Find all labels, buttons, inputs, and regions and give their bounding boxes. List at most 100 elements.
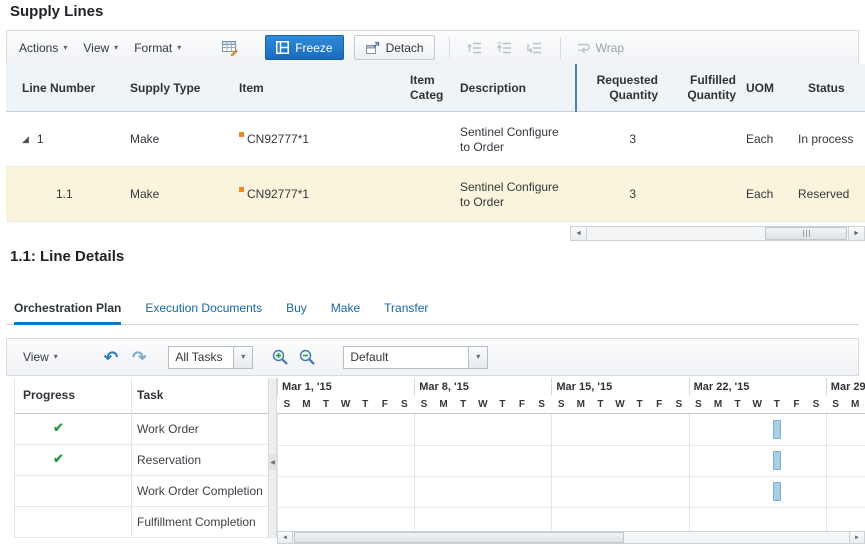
- gantt-task-list-header: Progress Task: [15, 378, 269, 414]
- col-header-line-number[interactable]: Line Number: [14, 64, 108, 112]
- freeze-button-label: Freeze: [295, 40, 333, 55]
- tab-make[interactable]: Make: [331, 301, 360, 324]
- freeze-button[interactable]: Freeze: [265, 35, 344, 60]
- orchestration-gantt: Progress Task ✔ Work Order ✔ Reservation…: [14, 378, 865, 544]
- tab-orchestration-plan[interactable]: Orchestration Plan: [14, 301, 122, 325]
- gantt-task-bar[interactable]: [772, 420, 781, 439]
- fulfilled-quantity-value: [664, 112, 742, 167]
- gantt-task-row[interactable]: ✔ Reservation: [15, 445, 268, 476]
- actions-menu-label: Actions: [19, 40, 59, 55]
- gantt-splitter[interactable]: ◀: [268, 378, 277, 538]
- scroll-left-arrow[interactable]: ◄: [278, 532, 293, 543]
- chevron-down-icon: ▾: [476, 352, 481, 361]
- gantt-week-label: Mar 1, '15: [277, 378, 414, 396]
- tab-transfer[interactable]: Transfer: [384, 301, 428, 324]
- scroll-left-arrow[interactable]: ◄: [571, 227, 587, 240]
- scrollbar-thumb[interactable]: [765, 227, 847, 240]
- chevron-down-icon: ▾: [241, 352, 246, 361]
- gantt-day-label: S: [832, 399, 839, 410]
- view-preset-value[interactable]: Default: [343, 345, 469, 369]
- gantt-day-label: M: [439, 399, 448, 410]
- gantt-row-gridline: [277, 507, 865, 508]
- col-header-supply-type[interactable]: Supply Type: [110, 64, 222, 112]
- gantt-day-label: T: [322, 399, 330, 410]
- col-header-fulfilled-quantity[interactable]: Fulfilled Quantity: [664, 64, 742, 112]
- redo-icon[interactable]: ↷: [132, 349, 146, 366]
- task-filter-value[interactable]: All Tasks: [168, 345, 234, 369]
- status-value: In process: [798, 132, 854, 146]
- gantt-day-label: T: [773, 399, 780, 410]
- gantt-day-label: T: [499, 399, 506, 410]
- task-filter-combobox[interactable]: All Tasks ▾: [168, 345, 254, 369]
- col-header-status[interactable]: Status: [790, 64, 865, 112]
- gantt-day-label: S: [283, 399, 291, 410]
- col-header-requested-quantity[interactable]: Requested Quantity: [570, 64, 664, 112]
- scrollbar-thumb[interactable]: [294, 532, 624, 543]
- gantt-row-gridline: [277, 476, 865, 477]
- gantt-view-menu[interactable]: View ▾: [23, 350, 58, 364]
- wrap-button-label: Wrap: [595, 40, 625, 55]
- scrollbar-track[interactable]: [293, 532, 849, 543]
- task-name: Work Order Completion: [137, 484, 263, 498]
- supply-lines-toolbar: Actions ▾ View ▾ Format ▾ Freeze Detach …: [6, 30, 859, 65]
- line-number-value: 1: [36, 132, 44, 146]
- col-header-item-category[interactable]: Item Categ: [402, 64, 448, 112]
- gantt-days-row: SMTWTFSSMTWTFSSMTWTFSSMTWTFSSM: [277, 396, 865, 414]
- gantt-task-bar[interactable]: [772, 451, 781, 470]
- gantt-week-gridline: [414, 414, 416, 531]
- scroll-right-arrow[interactable]: ►: [849, 532, 864, 543]
- fulfilled-quantity-value: [664, 167, 742, 222]
- col-header-item[interactable]: Item: [226, 64, 398, 112]
- supply-type-value: Make: [130, 187, 160, 201]
- col-header-description[interactable]: Description: [450, 64, 572, 112]
- dropdown-button[interactable]: ▾: [468, 345, 489, 369]
- gantt-week-label: Mar 15, '15: [551, 378, 688, 396]
- table-horizontal-scrollbar[interactable]: ◄ ►: [570, 226, 865, 241]
- description-value: Sentinel Configure to Order: [460, 124, 559, 154]
- tab-buy[interactable]: Buy: [286, 301, 307, 324]
- gantt-day-label: F: [518, 399, 526, 410]
- zoom-in-icon[interactable]: [271, 348, 290, 367]
- gantt-horizontal-scrollbar[interactable]: ◄ ►: [277, 531, 865, 544]
- format-menu[interactable]: Format ▾: [134, 41, 181, 55]
- splitter-collapse-icon[interactable]: ◀: [269, 454, 276, 470]
- gantt-week-gridline: [825, 414, 827, 531]
- item-value: CN92777*1: [247, 187, 310, 201]
- supply-type-value: Make: [130, 132, 160, 146]
- freeze-icon: [276, 41, 290, 54]
- gantt-day-label: M: [576, 399, 585, 410]
- gantt-week-label: Mar 8, '15: [414, 378, 551, 396]
- gantt-day-label: F: [793, 399, 800, 410]
- dropdown-button[interactable]: ▾: [233, 345, 254, 369]
- scrollbar-track[interactable]: [587, 227, 848, 240]
- col-header-uom[interactable]: UOM: [740, 64, 792, 112]
- gantt-day-label: F: [381, 399, 388, 410]
- zoom-out-icon[interactable]: [298, 348, 317, 367]
- gantt-task-bar[interactable]: [772, 482, 781, 501]
- table-row-selected[interactable]: 1.1 Make CN92777*1 Sentinel Configure to…: [6, 167, 865, 222]
- frozen-column-divider: [575, 64, 577, 112]
- gantt-day-label: F: [656, 399, 663, 410]
- detach-button[interactable]: Detach: [353, 35, 435, 60]
- chevron-down-icon: ▾: [63, 42, 68, 52]
- table-row[interactable]: ◢ 1 Make CN92777*1 Sentinel Configure to…: [6, 112, 865, 167]
- gantt-task-row[interactable]: ✔ Fulfillment Completion: [15, 507, 268, 538]
- gantt-day-label: T: [597, 399, 604, 410]
- chevron-down-icon: ▾: [177, 42, 182, 52]
- gantt-body: [277, 414, 865, 531]
- actions-menu[interactable]: Actions ▾: [19, 41, 67, 55]
- view-preset-combobox[interactable]: Default ▾: [343, 345, 489, 369]
- item-value: CN92777*1: [247, 132, 310, 146]
- scroll-right-arrow[interactable]: ►: [848, 227, 864, 240]
- export-table-icon[interactable]: [219, 37, 241, 59]
- line-number-value: 1.1: [56, 187, 73, 201]
- gantt-task-row[interactable]: ✔ Work Order Completion: [15, 476, 268, 507]
- gantt-day-label: W: [340, 399, 351, 410]
- gantt-week-label: Mar 22, '15: [688, 378, 826, 396]
- view-menu[interactable]: View ▾: [83, 41, 118, 55]
- tab-execution-documents[interactable]: Execution Documents: [145, 301, 262, 324]
- undo-icon[interactable]: ↶: [104, 349, 118, 366]
- gantt-task-row[interactable]: ✔ Work Order: [15, 414, 268, 445]
- expand-node-icon[interactable]: ◢: [22, 135, 29, 144]
- task-complete-icon: ✔: [53, 451, 64, 466]
